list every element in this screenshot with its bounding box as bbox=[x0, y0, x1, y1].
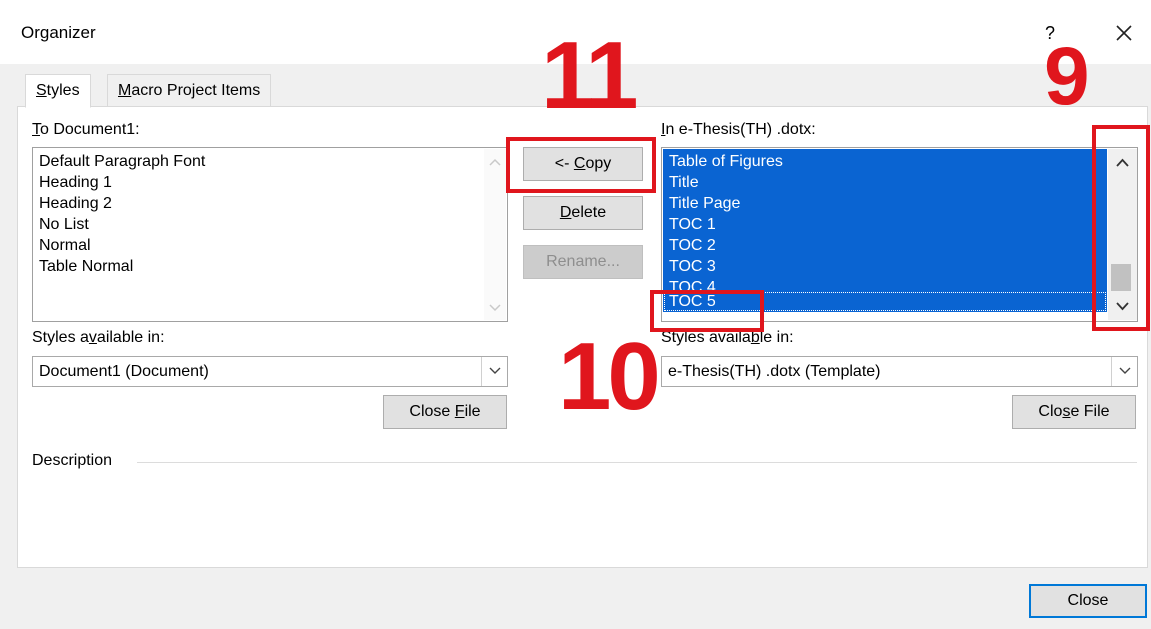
right-dropdown-button[interactable] bbox=[1111, 357, 1137, 386]
delete-button[interactable]: Delete bbox=[523, 196, 643, 230]
left-list-scrollbar[interactable] bbox=[484, 149, 506, 320]
list-item[interactable]: TOC 3 bbox=[663, 256, 1107, 277]
tab-macro-project-items[interactable]: Macro Project Items bbox=[107, 74, 272, 107]
scroll-up-icon[interactable] bbox=[484, 151, 506, 173]
list-item[interactable]: TOC 4 bbox=[663, 277, 1107, 291]
right-close-file-button[interactable]: Close File bbox=[1012, 395, 1136, 429]
to-document-style-list[interactable]: Default Paragraph Font Heading 1 Heading… bbox=[32, 147, 508, 322]
left-dropdown-button[interactable] bbox=[481, 357, 507, 386]
chevron-down-icon bbox=[489, 367, 501, 374]
list-item[interactable]: Heading 1 bbox=[33, 172, 507, 193]
annotation-box-copy bbox=[506, 137, 656, 193]
to-document-label: To Document1: bbox=[32, 121, 140, 138]
list-item[interactable]: Normal bbox=[33, 235, 507, 256]
list-item[interactable]: Title bbox=[663, 172, 1107, 193]
list-item[interactable]: Table Normal bbox=[33, 256, 507, 277]
left-styles-available-label: Styles available in: bbox=[32, 329, 165, 346]
annotation-step-9: 9 bbox=[1044, 31, 1090, 122]
description-label: Description bbox=[32, 452, 113, 469]
list-item[interactable]: Heading 2 bbox=[33, 193, 507, 214]
in-template-label: In e-Thesis(TH) .dotx: bbox=[661, 121, 816, 138]
annotation-box-toc5 bbox=[650, 290, 764, 332]
close-window-button[interactable] bbox=[1108, 18, 1140, 48]
list-item[interactable]: TOC 1 bbox=[663, 214, 1107, 235]
rename-button[interactable]: Rename... bbox=[523, 245, 643, 279]
tab-styles[interactable]: Styles bbox=[25, 74, 91, 108]
left-styles-available-select[interactable]: Document1 (Document) bbox=[32, 356, 508, 387]
description-divider bbox=[137, 462, 1137, 463]
chevron-down-icon bbox=[1119, 367, 1131, 374]
annotation-step-11: 11 bbox=[541, 22, 639, 129]
close-icon bbox=[1116, 25, 1132, 41]
window-title: Organizer bbox=[21, 23, 96, 42]
scroll-down-icon[interactable] bbox=[484, 296, 506, 318]
right-styles-available-select[interactable]: e-Thesis(TH) .dotx (Template) bbox=[661, 356, 1138, 387]
list-item[interactable]: Table of Figures bbox=[663, 151, 1107, 172]
list-item[interactable]: Default Paragraph Font bbox=[33, 151, 507, 172]
annotation-box-scrollbar bbox=[1092, 125, 1150, 331]
annotation-step-10: 10 bbox=[558, 323, 661, 430]
list-item[interactable]: Title Page bbox=[663, 193, 1107, 214]
organizer-dialog: Organizer ? Styles Macro Project Items T… bbox=[0, 0, 1151, 629]
list-item[interactable]: TOC 2 bbox=[663, 235, 1107, 256]
list-item[interactable]: No List bbox=[33, 214, 507, 235]
left-close-file-button[interactable]: Close File bbox=[383, 395, 507, 429]
close-button[interactable]: Close bbox=[1029, 584, 1147, 618]
